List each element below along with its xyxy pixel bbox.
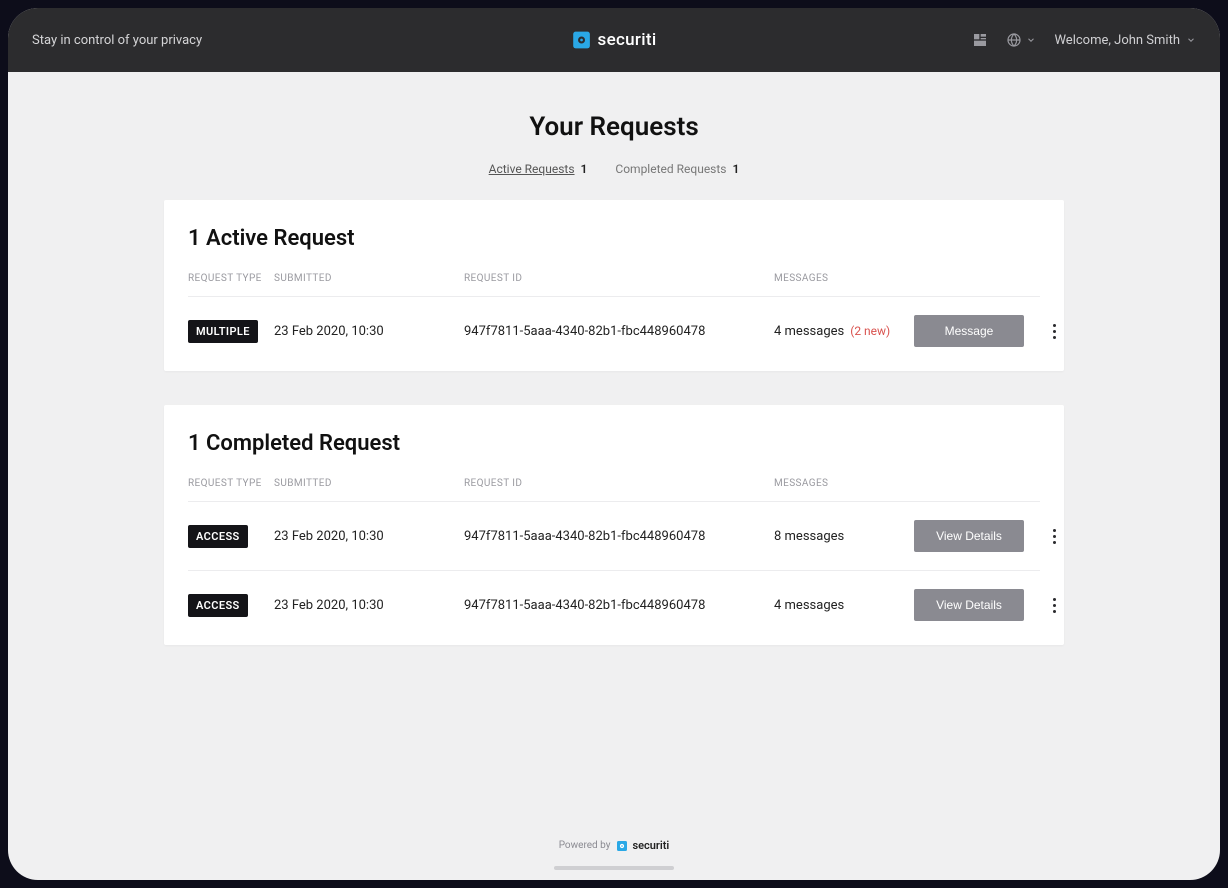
tagline: Stay in control of your privacy: [32, 33, 202, 48]
message-count: 8 messages: [774, 529, 844, 544]
more-options-icon[interactable]: [1044, 526, 1064, 546]
active-requests-card: 1 Active Request REQUEST TYPE SUBMITTED …: [164, 200, 1064, 371]
brand-logo: securiti: [572, 30, 657, 50]
table-header: REQUEST TYPE SUBMITTED REQUEST ID MESSAG…: [188, 478, 1040, 501]
col-submitted: SUBMITTED: [274, 273, 464, 284]
messages-cell: 4 messages (2 new): [774, 324, 914, 339]
request-type-badge: MULTIPLE: [188, 320, 258, 343]
card-heading: 1 Active Request: [188, 226, 1040, 251]
request-id: 947f7811-5aaa-4340-82b1-fbc448960478: [464, 598, 774, 613]
request-id: 947f7811-5aaa-4340-82b1-fbc448960478: [464, 324, 774, 339]
table-row: MULTIPLE 23 Feb 2020, 10:30 947f7811-5aa…: [188, 296, 1040, 365]
tab-completed-requests[interactable]: Completed Requests 1: [615, 162, 739, 176]
card-heading: 1 Completed Request: [188, 431, 1040, 456]
tab-label: Active Requests: [489, 162, 575, 176]
chevron-down-icon: [1186, 35, 1196, 45]
more-options-icon[interactable]: [1044, 595, 1064, 615]
message-button[interactable]: Message: [914, 315, 1024, 347]
footer: Powered by securiti: [8, 839, 1220, 852]
user-menu[interactable]: Welcome, John Smith: [1054, 33, 1196, 48]
col-request-id: REQUEST ID: [464, 273, 774, 284]
completed-requests-card: 1 Completed Request REQUEST TYPE SUBMITT…: [164, 405, 1064, 645]
footer-brand-name: securiti: [632, 839, 669, 852]
brand-name: securiti: [598, 30, 657, 50]
submitted-date: 23 Feb 2020, 10:30: [274, 598, 464, 613]
request-id: 947f7811-5aaa-4340-82b1-fbc448960478: [464, 529, 774, 544]
topbar: Stay in control of your privacy securiti: [8, 8, 1220, 72]
table-row: ACCESS 23 Feb 2020, 10:30 947f7811-5aaa-…: [188, 501, 1040, 570]
brand-mark-icon: [572, 30, 592, 50]
more-options-icon[interactable]: [1044, 321, 1064, 341]
col-request-type: REQUEST TYPE: [188, 273, 274, 284]
welcome-text: Welcome, John Smith: [1054, 33, 1180, 48]
topbar-right: Welcome, John Smith: [972, 32, 1196, 48]
col-messages: MESSAGES: [774, 273, 914, 284]
request-type-badge: ACCESS: [188, 525, 248, 548]
request-type-badge: ACCESS: [188, 594, 248, 617]
footer-brand: securiti: [616, 839, 669, 852]
submitted-date: 23 Feb 2020, 10:30: [274, 324, 464, 339]
brand-mark-icon: [616, 840, 628, 852]
home-indicator: [554, 866, 674, 870]
view-details-button[interactable]: View Details: [914, 520, 1024, 552]
message-count: 4 messages: [774, 598, 844, 613]
col-request-id: REQUEST ID: [464, 478, 774, 489]
dashboard-icon[interactable]: [972, 32, 988, 48]
messages-cell: 4 messages: [774, 598, 914, 613]
messages-cell: 8 messages: [774, 529, 914, 544]
submitted-date: 23 Feb 2020, 10:30: [274, 529, 464, 544]
tab-count: 1: [733, 162, 740, 176]
table-header: REQUEST TYPE SUBMITTED REQUEST ID MESSAG…: [188, 273, 1040, 296]
col-messages: MESSAGES: [774, 478, 914, 489]
view-details-button[interactable]: View Details: [914, 589, 1024, 621]
device-frame: Stay in control of your privacy securiti: [8, 8, 1220, 880]
tab-active-requests[interactable]: Active Requests 1: [489, 162, 588, 176]
new-message-count: (2 new): [850, 324, 890, 338]
col-request-type: REQUEST TYPE: [188, 478, 274, 489]
language-selector[interactable]: [1006, 32, 1036, 48]
chevron-down-icon: [1026, 35, 1036, 45]
table-row: ACCESS 23 Feb 2020, 10:30 947f7811-5aaa-…: [188, 570, 1040, 639]
powered-by-label: Powered by: [559, 840, 611, 851]
main-content: Your Requests Active Requests 1 Complete…: [8, 72, 1220, 880]
message-count: 4 messages: [774, 324, 844, 339]
tab-count: 1: [581, 162, 588, 176]
col-submitted: SUBMITTED: [274, 478, 464, 489]
tab-label: Completed Requests: [615, 162, 726, 176]
tabs: Active Requests 1 Completed Requests 1: [489, 162, 740, 176]
page-title: Your Requests: [529, 112, 698, 142]
